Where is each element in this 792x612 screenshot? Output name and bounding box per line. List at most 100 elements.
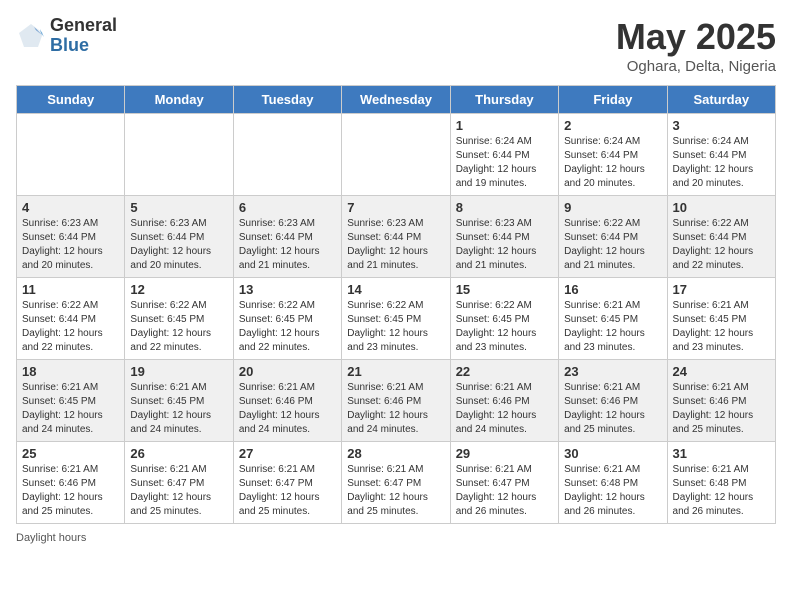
- day-number: 12: [130, 282, 227, 297]
- day-info: Sunrise: 6:21 AMSunset: 6:46 PMDaylight:…: [22, 463, 119, 519]
- day-info: Sunrise: 6:21 AMSunset: 6:45 PMDaylight:…: [130, 381, 227, 437]
- calendar-cell: 21Sunrise: 6:21 AMSunset: 6:46 PMDayligh…: [342, 360, 450, 442]
- calendar-week-3: 11Sunrise: 6:22 AMSunset: 6:44 PMDayligh…: [17, 278, 776, 360]
- calendar-cell: 5 Sunrise: 6:23 AMSunset: 6:44 PMDaylight…: [125, 196, 233, 278]
- calendar-cell: [342, 114, 450, 196]
- logo-icon: [16, 21, 46, 51]
- day-info: Sunrise: 6:21 AMSunset: 6:45 PMDaylight:…: [22, 381, 119, 437]
- day-number: 9: [564, 200, 661, 215]
- day-info: Sunrise: 6:22 AMSunset: 6:45 PMDaylight:…: [347, 299, 444, 355]
- calendar-cell: 8 Sunrise: 6:23 AMSunset: 6:44 PMDaylight…: [450, 196, 558, 278]
- calendar-cell: [17, 114, 125, 196]
- calendar-week-2: 4Sunrise: 6:23 AMSunset: 6:44 PMDaylight…: [17, 196, 776, 278]
- day-info: Sunrise: 6:21 AMSunset: 6:46 PMDaylight:…: [564, 381, 661, 437]
- calendar-week-5: 25 Sunrise: 6:21 AMSunset: 6:46 PMDayligh…: [17, 442, 776, 524]
- day-info: Sunrise: 6:22 AMSunset: 6:45 PMDaylight:…: [239, 299, 336, 355]
- calendar-cell: [233, 114, 341, 196]
- day-number: 22: [456, 364, 553, 379]
- day-number: 7: [347, 200, 444, 215]
- day-info: Sunrise: 6:22 AMSunset: 6:44 PMDaylight:…: [673, 217, 770, 273]
- logo-blue: Blue: [50, 36, 117, 56]
- calendar-cell: 14Sunrise: 6:22 AMSunset: 6:45 PMDayligh…: [342, 278, 450, 360]
- calendar-week-1: 1 Sunrise: 6:24 AMSunset: 6:44 PMDaylight…: [17, 114, 776, 196]
- calendar-cell: 24Sunrise: 6:21 AMSunset: 6:46 PMDayligh…: [667, 360, 775, 442]
- day-number: 17: [673, 282, 770, 297]
- calendar-cell: 29 Sunrise: 6:21 AMSunset: 6:47 PMDayligh…: [450, 442, 558, 524]
- day-info: Sunrise: 6:21 AMSunset: 6:46 PMDaylight:…: [347, 381, 444, 437]
- page-subtitle: Oghara, Delta, Nigeria: [616, 58, 776, 75]
- title-area: May 2025 Oghara, Delta, Nigeria: [616, 16, 776, 75]
- day-number: 27: [239, 446, 336, 461]
- calendar-cell: 20Sunrise: 6:21 AMSunset: 6:46 PMDayligh…: [233, 360, 341, 442]
- calendar-cell: 18 Sunrise: 6:21 AMSunset: 6:45 PMDayligh…: [17, 360, 125, 442]
- calendar-cell: 10 Sunrise: 6:22 AMSunset: 6:44 PMDayligh…: [667, 196, 775, 278]
- col-header-monday: Monday: [125, 86, 233, 114]
- day-info: Sunrise: 6:21 AMSunset: 6:45 PMDaylight:…: [673, 299, 770, 355]
- day-info: Sunrise: 6:23 AMSunset: 6:44 PMDaylight:…: [347, 217, 444, 273]
- calendar-cell: 15 Sunrise: 6:22 AMSunset: 6:45 PMDayligh…: [450, 278, 558, 360]
- day-number: 23: [564, 364, 661, 379]
- day-info: Sunrise: 6:21 AMSunset: 6:48 PMDaylight:…: [673, 463, 770, 519]
- calendar-cell: 6Sunrise: 6:23 AMSunset: 6:44 PMDaylight…: [233, 196, 341, 278]
- day-number: 11: [22, 282, 119, 297]
- col-header-saturday: Saturday: [667, 86, 775, 114]
- day-info: Sunrise: 6:23 AMSunset: 6:44 PMDaylight:…: [239, 217, 336, 273]
- day-number: 18: [22, 364, 119, 379]
- day-info: Sunrise: 6:24 AMSunset: 6:44 PMDaylight:…: [564, 135, 661, 191]
- calendar-cell: 28Sunrise: 6:21 AMSunset: 6:47 PMDayligh…: [342, 442, 450, 524]
- logo-general: General: [50, 16, 117, 36]
- day-info: Sunrise: 6:24 AMSunset: 6:44 PMDaylight:…: [673, 135, 770, 191]
- day-info: Sunrise: 6:21 AMSunset: 6:47 PMDaylight:…: [347, 463, 444, 519]
- calendar-cell: 9 Sunrise: 6:22 AMSunset: 6:44 PMDaylight…: [559, 196, 667, 278]
- day-number: 2: [564, 118, 661, 133]
- day-info: Sunrise: 6:21 AMSunset: 6:45 PMDaylight:…: [564, 299, 661, 355]
- calendar-cell: [125, 114, 233, 196]
- col-header-thursday: Thursday: [450, 86, 558, 114]
- calendar-cell: 25 Sunrise: 6:21 AMSunset: 6:46 PMDayligh…: [17, 442, 125, 524]
- day-info: Sunrise: 6:21 AMSunset: 6:47 PMDaylight:…: [239, 463, 336, 519]
- calendar-cell: 30 Sunrise: 6:21 AMSunset: 6:48 PMDayligh…: [559, 442, 667, 524]
- day-number: 29: [456, 446, 553, 461]
- col-header-sunday: Sunday: [17, 86, 125, 114]
- calendar-table: SundayMondayTuesdayWednesdayThursdayFrid…: [16, 85, 776, 524]
- day-info: Sunrise: 6:22 AMSunset: 6:44 PMDaylight:…: [564, 217, 661, 273]
- calendar-cell: 19 Sunrise: 6:21 AMSunset: 6:45 PMDayligh…: [125, 360, 233, 442]
- day-number: 1: [456, 118, 553, 133]
- calendar-week-4: 18 Sunrise: 6:21 AMSunset: 6:45 PMDayligh…: [17, 360, 776, 442]
- calendar-cell: 3Sunrise: 6:24 AMSunset: 6:44 PMDaylight…: [667, 114, 775, 196]
- calendar-cell: 27 Sunrise: 6:21 AMSunset: 6:47 PMDayligh…: [233, 442, 341, 524]
- day-number: 10: [673, 200, 770, 215]
- calendar-cell: 22Sunrise: 6:21 AMSunset: 6:46 PMDayligh…: [450, 360, 558, 442]
- day-info: Sunrise: 6:22 AMSunset: 6:45 PMDaylight:…: [456, 299, 553, 355]
- day-number: 31: [673, 446, 770, 461]
- col-header-wednesday: Wednesday: [342, 86, 450, 114]
- day-info: Sunrise: 6:21 AMSunset: 6:46 PMDaylight:…: [673, 381, 770, 437]
- day-number: 15: [456, 282, 553, 297]
- day-info: Sunrise: 6:23 AMSunset: 6:44 PMDaylight:…: [456, 217, 553, 273]
- day-number: 30: [564, 446, 661, 461]
- day-number: 20: [239, 364, 336, 379]
- day-number: 5: [130, 200, 227, 215]
- calendar-cell: 11Sunrise: 6:22 AMSunset: 6:44 PMDayligh…: [17, 278, 125, 360]
- col-header-friday: Friday: [559, 86, 667, 114]
- day-number: 8: [456, 200, 553, 215]
- calendar-cell: 31 Sunrise: 6:21 AMSunset: 6:48 PMDayligh…: [667, 442, 775, 524]
- day-number: 25: [22, 446, 119, 461]
- calendar-cell: 7 Sunrise: 6:23 AMSunset: 6:44 PMDaylight…: [342, 196, 450, 278]
- day-info: Sunrise: 6:21 AMSunset: 6:47 PMDaylight:…: [456, 463, 553, 519]
- calendar-header-row: SundayMondayTuesdayWednesdayThursdayFrid…: [17, 86, 776, 114]
- calendar-cell: 1 Sunrise: 6:24 AMSunset: 6:44 PMDaylight…: [450, 114, 558, 196]
- day-info: Sunrise: 6:22 AMSunset: 6:45 PMDaylight:…: [130, 299, 227, 355]
- footer-label: Daylight hours: [16, 532, 776, 544]
- calendar-cell: 16Sunrise: 6:21 AMSunset: 6:45 PMDayligh…: [559, 278, 667, 360]
- calendar-cell: 13 Sunrise: 6:22 AMSunset: 6:45 PMDayligh…: [233, 278, 341, 360]
- calendar-cell: 4Sunrise: 6:23 AMSunset: 6:44 PMDaylight…: [17, 196, 125, 278]
- day-number: 26: [130, 446, 227, 461]
- day-info: Sunrise: 6:24 AMSunset: 6:44 PMDaylight:…: [456, 135, 553, 191]
- day-info: Sunrise: 6:21 AMSunset: 6:47 PMDaylight:…: [130, 463, 227, 519]
- day-number: 19: [130, 364, 227, 379]
- day-info: Sunrise: 6:21 AMSunset: 6:48 PMDaylight:…: [564, 463, 661, 519]
- day-info: Sunrise: 6:23 AMSunset: 6:44 PMDaylight:…: [130, 217, 227, 273]
- calendar-cell: 23 Sunrise: 6:21 AMSunset: 6:46 PMDayligh…: [559, 360, 667, 442]
- day-number: 13: [239, 282, 336, 297]
